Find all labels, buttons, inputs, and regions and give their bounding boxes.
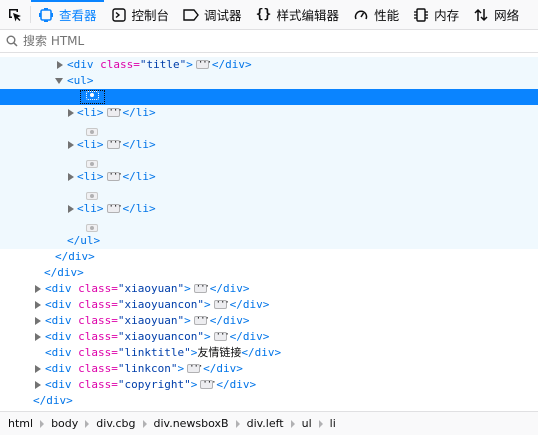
breadcrumb: html body div.cbg div.newsboxB div.left … bbox=[0, 411, 538, 435]
tab-style-editor[interactable]: {} 样式编辑器 bbox=[249, 0, 347, 29]
collapsed-content-icon[interactable] bbox=[106, 167, 122, 183]
memory-icon bbox=[413, 7, 429, 23]
tree-node[interactable]: <div class="linkcon"></div> bbox=[0, 359, 538, 377]
breadcrumb-item-current[interactable]: li bbox=[330, 417, 336, 430]
expand-arrow-icon[interactable] bbox=[35, 365, 41, 373]
tab-label: 网络 bbox=[494, 8, 520, 23]
style-editor-icon: {} bbox=[255, 7, 272, 22]
collapsed-content-icon[interactable] bbox=[187, 359, 202, 375]
breadcrumb-item[interactable]: div.newsboxB bbox=[154, 417, 229, 430]
pseudo-element-icon bbox=[86, 91, 99, 100]
tab-memory[interactable]: 内存 bbox=[406, 0, 466, 29]
tab-network[interactable]: 网络 bbox=[466, 0, 526, 29]
pseudo-element-icon bbox=[86, 128, 98, 136]
expand-arrow-icon[interactable] bbox=[68, 205, 74, 213]
tree-node[interactable]: <li></li> bbox=[0, 135, 538, 153]
expand-arrow-icon[interactable] bbox=[35, 333, 41, 341]
markup-tree: <div class="title"></div> <ul> <li></li>… bbox=[0, 55, 538, 411]
search-input[interactable] bbox=[23, 34, 473, 48]
tree-node[interactable]: <div class="title"></div> bbox=[0, 55, 538, 73]
search-icon bbox=[6, 35, 18, 47]
tab-label: 查看器 bbox=[59, 8, 97, 23]
tab-debugger[interactable]: 调试器 bbox=[176, 0, 249, 29]
expand-arrow-icon[interactable] bbox=[68, 141, 74, 149]
tab-label: 内存 bbox=[434, 8, 460, 23]
expand-arrow-icon[interactable] bbox=[57, 61, 63, 69]
expand-arrow-icon[interactable] bbox=[68, 109, 74, 117]
tree-node[interactable]: <div class="linktitle">友情链接</div> bbox=[0, 345, 538, 361]
tree-node[interactable]: <div class="copyright"></div> bbox=[0, 375, 538, 393]
breadcrumb-item[interactable]: div.cbg bbox=[96, 417, 135, 430]
expand-arrow-icon[interactable] bbox=[35, 301, 41, 309]
pseudo-element-icon bbox=[86, 192, 98, 200]
tab-label: 性能 bbox=[374, 8, 400, 23]
expand-arrow-icon[interactable] bbox=[35, 285, 41, 293]
tree-node[interactable]: <div class="xiaoyuancon"></div> bbox=[0, 295, 538, 313]
tab-label: 调试器 bbox=[204, 8, 242, 23]
html-search-bar bbox=[0, 30, 538, 53]
chevron-right-icon bbox=[142, 419, 147, 428]
network-icon bbox=[473, 7, 489, 23]
collapsed-content-icon[interactable] bbox=[106, 135, 122, 151]
collapsed-content-icon[interactable] bbox=[193, 311, 209, 327]
tree-node-selected[interactable] bbox=[0, 89, 538, 105]
expand-arrow-icon[interactable] bbox=[68, 173, 74, 181]
devtools-toolbar: 查看器 控制台 调试器 {} 样式编辑器 性能 内存 网络 bbox=[0, 0, 538, 30]
selection-outline bbox=[80, 90, 105, 104]
collapsed-content-icon[interactable] bbox=[106, 199, 122, 215]
tree-node[interactable]: </div> bbox=[0, 249, 538, 265]
tree-node[interactable] bbox=[0, 185, 538, 201]
breadcrumb-item[interactable]: ul bbox=[302, 417, 312, 430]
tree-node[interactable]: <li></li> bbox=[0, 199, 538, 217]
collapsed-content-icon[interactable] bbox=[195, 55, 211, 71]
expand-arrow-icon[interactable] bbox=[35, 381, 41, 389]
breadcrumb-item[interactable]: html bbox=[8, 417, 33, 430]
chevron-right-icon bbox=[290, 419, 295, 428]
tree-node[interactable]: <ul> bbox=[0, 73, 538, 89]
collapsed-content-icon[interactable] bbox=[200, 375, 216, 391]
chevron-right-icon bbox=[235, 419, 240, 428]
collapsed-content-icon[interactable] bbox=[106, 103, 122, 119]
tab-inspector[interactable]: 查看器 bbox=[31, 0, 104, 29]
tab-console[interactable]: 控制台 bbox=[104, 0, 177, 29]
element-picker-button[interactable] bbox=[0, 0, 30, 29]
tree-node[interactable]: <li></li> bbox=[0, 167, 538, 185]
inspector-icon bbox=[38, 7, 54, 23]
tree-node[interactable]: <div class="xiaoyuan"></div> bbox=[0, 311, 538, 329]
debugger-icon bbox=[183, 7, 199, 23]
tab-label: 控制台 bbox=[131, 8, 170, 23]
tree-node[interactable]: </div> bbox=[0, 265, 538, 281]
tree-node[interactable] bbox=[0, 153, 538, 169]
pseudo-element-icon bbox=[86, 224, 98, 232]
breadcrumb-item[interactable]: div.left bbox=[247, 417, 284, 430]
tree-node[interactable]: <div class="xiaoyuan"></div> bbox=[0, 279, 538, 297]
performance-icon bbox=[353, 7, 369, 23]
tree-node[interactable]: </div> bbox=[0, 393, 538, 409]
console-icon bbox=[111, 7, 127, 23]
expand-arrow-icon[interactable] bbox=[35, 317, 41, 325]
chevron-right-icon bbox=[318, 419, 323, 428]
pseudo-element-icon bbox=[86, 160, 98, 168]
breadcrumb-item[interactable]: body bbox=[51, 417, 78, 430]
chevron-right-icon bbox=[85, 419, 90, 428]
collapse-arrow-icon[interactable] bbox=[55, 78, 63, 84]
tree-node[interactable] bbox=[0, 217, 538, 233]
element-picker-icon bbox=[9, 8, 21, 21]
tree-node[interactable]: <li></li> bbox=[0, 103, 538, 121]
collapsed-content-icon[interactable] bbox=[213, 327, 229, 343]
tree-node[interactable] bbox=[0, 121, 538, 137]
chevron-right-icon bbox=[40, 419, 45, 428]
collapsed-content-icon[interactable] bbox=[213, 295, 229, 311]
tree-node[interactable]: </ul> bbox=[0, 233, 538, 249]
tab-performance[interactable]: 性能 bbox=[346, 0, 406, 29]
tree-node[interactable]: <div class="xiaoyuancon"></div> bbox=[0, 327, 538, 345]
collapsed-content-icon[interactable] bbox=[193, 279, 209, 295]
tab-label: 样式编辑器 bbox=[276, 8, 340, 23]
